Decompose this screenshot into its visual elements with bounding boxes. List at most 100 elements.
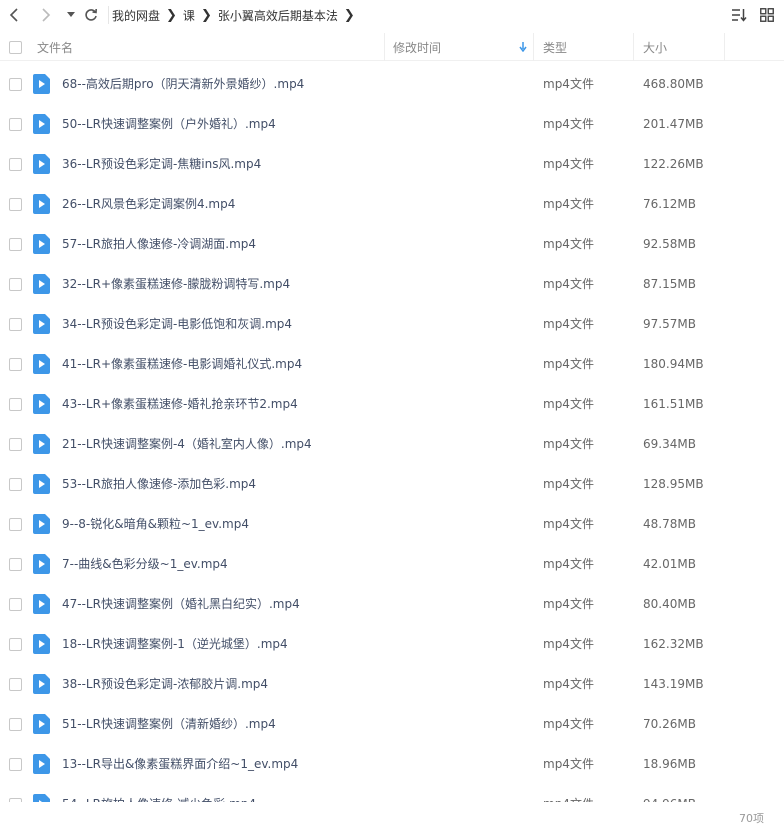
file-row[interactable]: 34--LR预设色彩定调-电影低饱和灰调.mp4 mp4文件 97.57MB [0,304,784,344]
file-name[interactable]: 26--LR风景色彩定调案例4.mp4 [62,184,235,224]
video-file-icon [33,794,50,802]
row-checkbox[interactable] [9,558,22,571]
file-row[interactable]: 43--LR+像素蛋糕速修-婚礼抢亲环节2.mp4 mp4文件 161.51MB [0,384,784,424]
row-checkbox[interactable] [9,598,22,611]
row-checkbox[interactable] [9,278,22,291]
file-row[interactable]: 38--LR预设色彩定调-浓郁胶片调.mp4 mp4文件 143.19MB [0,664,784,704]
file-name[interactable]: 41--LR+像素蛋糕速修-电影调婚礼仪式.mp4 [62,344,302,384]
refresh-icon [85,8,97,21]
file-size: 92.58MB [643,237,696,251]
row-checkbox[interactable] [9,118,22,131]
row-checkbox[interactable] [9,158,22,171]
file-name[interactable]: 7--曲线&色彩分级~1_ev.mp4 [62,544,228,584]
row-checkbox[interactable] [9,518,22,531]
file-list[interactable]: 68--高效后期pro（阴天清新外景婚纱）.mp4 mp4文件 468.80MB 50… [0,64,784,802]
file-row[interactable]: 54--LR旅拍人像速修-减少色彩.mp4 mp4文件 94.96MB [0,784,784,802]
video-file-icon [33,194,50,214]
row-checkbox[interactable] [9,758,22,771]
breadcrumb-item-root[interactable]: 我的网盘 [112,7,160,24]
row-checkbox[interactable] [9,358,22,371]
video-file-icon [33,434,50,454]
file-name[interactable]: 43--LR+像素蛋糕速修-婚礼抢亲环节2.mp4 [62,384,298,424]
row-checkbox[interactable] [9,718,22,731]
file-name[interactable]: 57--LR旅拍人像速修-冷调湖面.mp4 [62,224,256,264]
row-checkbox[interactable] [9,438,22,451]
breadcrumb-item-course[interactable]: 课 [183,7,195,24]
file-row[interactable]: 7--曲线&色彩分级~1_ev.mp4 mp4文件 42.01MB [0,544,784,584]
file-row[interactable]: 53--LR旅拍人像速修-添加色彩.mp4 mp4文件 128.95MB [0,464,784,504]
select-all-checkbox[interactable] [9,33,22,61]
file-row[interactable]: 51--LR快速调整案例（清新婚纱）.mp4 mp4文件 70.26MB [0,704,784,744]
file-name[interactable]: 38--LR预设色彩定调-浓郁胶片调.mp4 [62,664,268,704]
file-row[interactable]: 68--高效后期pro（阴天清新外景婚纱）.mp4 mp4文件 468.80MB [0,64,784,104]
refresh-button[interactable] [80,4,102,26]
file-row[interactable]: 47--LR快速调整案例（婚礼黑白纪实）.mp4 mp4文件 80.40MB [0,584,784,624]
video-file-icon [33,674,50,694]
header-modified[interactable]: 修改时间 [393,33,441,61]
video-file-icon [33,714,50,734]
file-row[interactable]: 13--LR导出&像素蛋糕界面介绍~1_ev.mp4 mp4文件 18.96MB [0,744,784,784]
file-type: mp4文件 [543,717,594,731]
toolbar: 我的网盘 ❯ 课 ❯ 张小翼高效后期基本法 ❯ [0,0,784,30]
sort-button[interactable] [728,4,750,26]
breadcrumb-item-current[interactable]: 张小翼高效后期基本法 [218,7,338,24]
row-checkbox[interactable] [9,638,22,651]
breadcrumb-separator-icon: ❯ [343,7,355,23]
file-name[interactable]: 36--LR预设色彩定调-焦糖ins风.mp4 [62,144,261,184]
file-name[interactable]: 50--LR快速调整案例（户外婚礼）.mp4 [62,104,276,144]
file-type: mp4文件 [543,557,594,571]
breadcrumb-separator-icon: ❯ [166,7,177,23]
file-row[interactable]: 9--8-锐化&暗角&颗粒~1_ev.mp4 mp4文件 48.78MB [0,504,784,544]
grid-view-button[interactable] [756,4,778,26]
file-row[interactable]: 57--LR旅拍人像速修-冷调湖面.mp4 mp4文件 92.58MB [0,224,784,264]
file-type: mp4文件 [543,677,594,691]
file-name[interactable]: 9--8-锐化&暗角&颗粒~1_ev.mp4 [62,504,249,544]
row-checkbox[interactable] [9,318,22,331]
file-name[interactable]: 32--LR+像素蛋糕速修-朦胧粉调特写.mp4 [62,264,290,304]
column-header: 文件名 修改时间 类型 大小 [0,33,784,61]
file-name[interactable]: 68--高效后期pro（阴天清新外景婚纱）.mp4 [62,64,304,104]
file-name[interactable]: 51--LR快速调整案例（清新婚纱）.mp4 [62,704,276,744]
header-divider [384,33,385,61]
file-row[interactable]: 21--LR快速调整案例-4（婚礼室内人像）.mp4 mp4文件 69.34MB [0,424,784,464]
row-checkbox[interactable] [9,478,22,491]
file-type: mp4文件 [543,784,594,802]
history-dropdown-button[interactable] [60,4,82,26]
header-type[interactable]: 类型 [543,33,567,61]
row-checkbox[interactable] [9,678,22,691]
file-row[interactable]: 41--LR+像素蛋糕速修-电影调婚礼仪式.mp4 mp4文件 180.94MB [0,344,784,384]
file-name[interactable]: 34--LR预设色彩定调-电影低饱和灰调.mp4 [62,304,292,344]
row-checkbox[interactable] [9,238,22,251]
checkbox-box [9,40,22,54]
file-name[interactable]: 13--LR导出&像素蛋糕界面介绍~1_ev.mp4 [62,744,298,784]
file-type: mp4文件 [543,397,594,411]
header-divider [724,33,725,61]
header-divider [533,33,534,61]
video-file-icon [33,474,50,494]
file-row[interactable]: 32--LR+像素蛋糕速修-朦胧粉调特写.mp4 mp4文件 87.15MB [0,264,784,304]
file-row[interactable]: 36--LR预设色彩定调-焦糖ins风.mp4 mp4文件 122.26MB [0,144,784,184]
file-name[interactable]: 47--LR快速调整案例（婚礼黑白纪实）.mp4 [62,584,300,624]
back-button[interactable] [4,4,26,26]
file-name[interactable]: 53--LR旅拍人像速修-添加色彩.mp4 [62,464,256,504]
file-row[interactable]: 18--LR快速调整案例-1（逆光城堡）.mp4 mp4文件 162.32MB [0,624,784,664]
file-name[interactable]: 54--LR旅拍人像速修-减少色彩.mp4 [62,784,256,802]
file-name[interactable]: 18--LR快速调整案例-1（逆光城堡）.mp4 [62,624,288,664]
file-type: mp4文件 [543,77,594,91]
row-checkbox[interactable] [9,398,22,411]
file-type: mp4文件 [543,197,594,211]
header-size[interactable]: 大小 [643,33,667,61]
file-type: mp4文件 [543,597,594,611]
file-row[interactable]: 26--LR风景色彩定调案例4.mp4 mp4文件 76.12MB [0,184,784,224]
file-row[interactable]: 50--LR快速调整案例（户外婚礼）.mp4 mp4文件 201.47MB [0,104,784,144]
file-size: 69.34MB [643,437,696,451]
file-type: mp4文件 [543,317,594,331]
header-name[interactable]: 文件名 [37,33,73,61]
breadcrumb-separator-icon: ❯ [200,7,212,23]
file-size: 161.51MB [643,397,704,411]
file-size: 468.80MB [643,77,704,91]
row-checkbox[interactable] [9,78,22,91]
forward-button[interactable] [34,4,56,26]
row-checkbox[interactable] [9,198,22,211]
file-name[interactable]: 21--LR快速调整案例-4（婚礼室内人像）.mp4 [62,424,312,464]
